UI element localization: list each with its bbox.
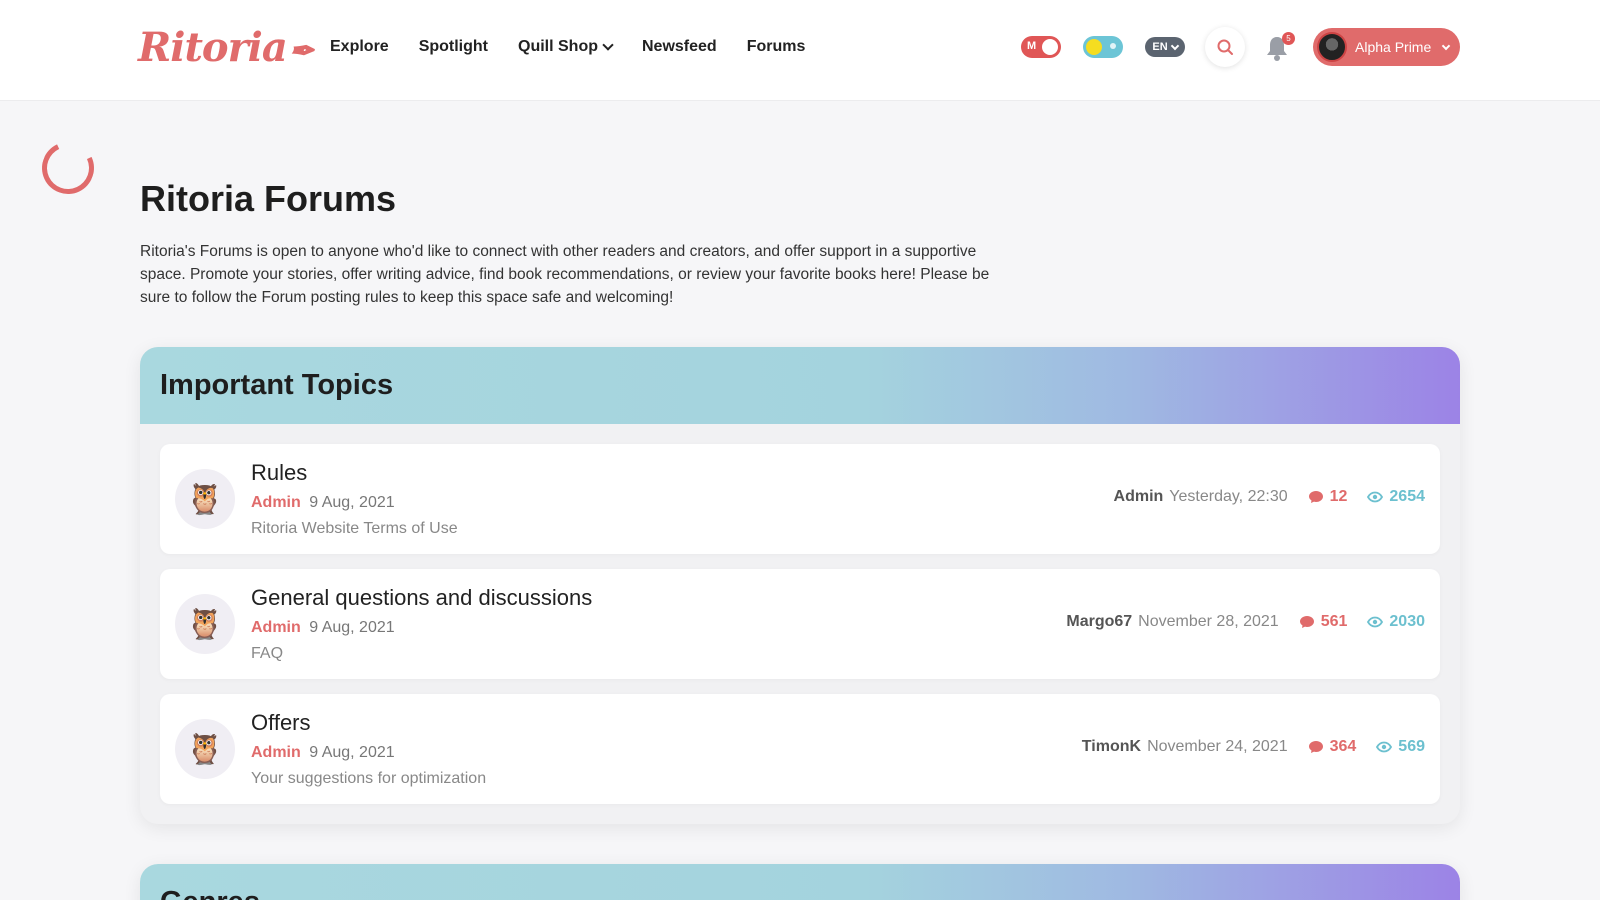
sun-icon	[1086, 39, 1102, 55]
section-heading: Genres	[140, 864, 1460, 900]
topic-stats: Margo67 November 28, 2021 561 2030	[1066, 613, 1425, 631]
chevron-down-icon	[602, 39, 614, 51]
eye-icon	[1376, 741, 1393, 753]
topic-title[interactable]: Offers	[251, 710, 311, 736]
comment-count: 12	[1308, 488, 1347, 506]
chevron-down-icon	[1442, 41, 1451, 50]
topic-row[interactable]: 🦉 Rules Admin 9 Aug, 2021 Ritoria Websit…	[160, 444, 1440, 554]
last-post-date: November 28, 2021	[1138, 613, 1279, 630]
view-count: 569	[1376, 738, 1425, 756]
last-post-user[interactable]: TimonK	[1082, 738, 1141, 755]
genres-section: Genres	[140, 864, 1460, 900]
loading-spinner	[34, 134, 102, 202]
nav-newsfeed[interactable]: Newsfeed	[642, 38, 717, 56]
forums-intro: Ritoria's Forums is open to anyone who'd…	[140, 243, 990, 306]
topic-meta: Admin 9 Aug, 2021	[251, 744, 395, 762]
comment-icon	[1308, 741, 1323, 753]
toggle-knob	[1042, 39, 1058, 55]
nav-forums[interactable]: Forums	[747, 38, 806, 56]
topic-author[interactable]: Admin	[251, 744, 301, 761]
topic-title[interactable]: General questions and discussions	[251, 585, 592, 611]
eye-icon	[1367, 616, 1384, 628]
nav-quill-shop[interactable]: Quill Shop	[518, 38, 614, 56]
comment-icon	[1299, 616, 1314, 628]
topic-description: Your suggestions for optimization	[251, 770, 487, 787]
topic-title[interactable]: Rules	[251, 460, 307, 486]
comment-icon	[1308, 491, 1323, 503]
topic-date: 9 Aug, 2021	[309, 494, 395, 511]
nav-spotlight[interactable]: Spotlight	[419, 38, 488, 56]
search-button[interactable]	[1205, 27, 1245, 67]
user-name: Alpha Prime	[1355, 39, 1432, 55]
view-count: 2654	[1367, 488, 1425, 506]
topic-row[interactable]: 🦉 Offers Admin 9 Aug, 2021 Your suggesti…	[160, 694, 1440, 804]
comment-count: 364	[1308, 738, 1356, 756]
main-nav: Explore Spotlight Quill Shop Newsfeed Fo…	[330, 38, 805, 56]
notification-badge: 5	[1282, 32, 1295, 45]
topic-author[interactable]: Admin	[251, 619, 301, 636]
topic-row[interactable]: 🦉 General questions and discussions Admi…	[160, 569, 1440, 679]
ritoria-logo[interactable]: Ritoria✒	[138, 24, 314, 71]
top-header: Ritoria✒ Explore Spotlight Quill Shop Ne…	[0, 0, 1600, 100]
topic-meta: Admin 9 Aug, 2021	[251, 619, 395, 637]
important-topics-section: Important Topics 🦉 Rules Admin 9 Aug, 20…	[140, 347, 1460, 824]
last-post-user[interactable]: Margo67	[1066, 613, 1132, 630]
last-post-user[interactable]: Admin	[1114, 488, 1164, 505]
search-icon	[1217, 39, 1233, 55]
last-post-date: Yesterday, 22:30	[1169, 488, 1288, 505]
topic-stats: TimonK November 24, 2021 364 569	[1082, 738, 1425, 756]
user-menu-button[interactable]: Alpha Prime	[1313, 28, 1460, 66]
owl-icon: 🦉	[175, 594, 235, 654]
notifications-button[interactable]: 5	[1265, 32, 1295, 62]
page-title: Ritoria Forums	[140, 178, 397, 219]
owl-icon: 🦉	[175, 719, 235, 779]
view-count: 2030	[1367, 613, 1425, 631]
topic-description: FAQ	[251, 645, 284, 662]
mature-content-toggle[interactable]: M	[1021, 36, 1061, 58]
language-selector[interactable]: EN	[1145, 37, 1185, 57]
last-post-date: November 24, 2021	[1147, 738, 1288, 755]
nav-explore[interactable]: Explore	[330, 38, 389, 56]
owl-icon: 🦉	[175, 469, 235, 529]
topic-date: 9 Aug, 2021	[309, 744, 395, 761]
theme-toggle[interactable]	[1083, 36, 1123, 58]
topic-meta: Admin 9 Aug, 2021	[251, 494, 395, 512]
topic-author[interactable]: Admin	[251, 494, 301, 511]
moon-icon	[1110, 43, 1116, 49]
chevron-down-icon	[1170, 41, 1179, 50]
topic-stats: Admin Yesterday, 22:30 12 2654	[1114, 488, 1425, 506]
comment-count: 561	[1299, 613, 1347, 631]
avatar	[1317, 32, 1347, 62]
section-heading: Important Topics	[140, 347, 1460, 424]
eye-icon	[1367, 491, 1384, 503]
topic-date: 9 Aug, 2021	[309, 619, 395, 636]
topic-description: Ritoria Website Terms of Use	[251, 520, 458, 537]
